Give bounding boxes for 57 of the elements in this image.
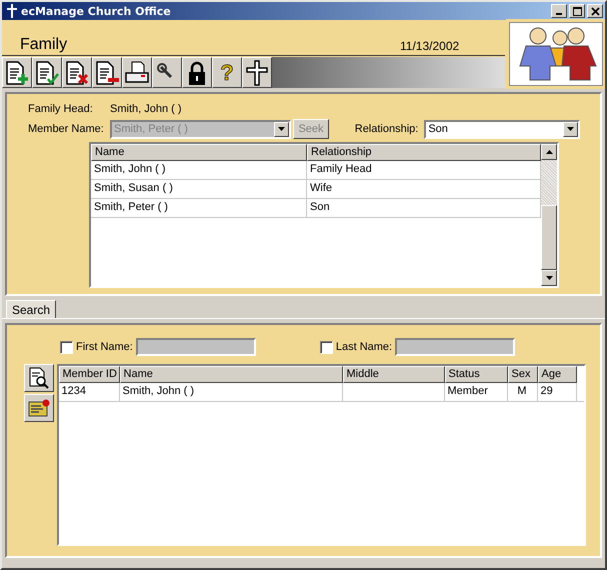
lock-button[interactable] [182,57,212,88]
cross-icon [6,4,18,18]
table-cell: Smith, Peter ( ) [91,199,307,217]
column-header[interactable]: Name [120,366,343,383]
edit-button[interactable] [24,394,54,422]
tools-button[interactable] [152,57,182,88]
print-button[interactable] [122,57,152,88]
document-minus-icon [94,60,120,86]
family-head-label: Family Head: [28,103,94,115]
table-cell: 29 [538,383,577,401]
printer-icon [124,60,150,86]
column-header[interactable]: Status [444,366,508,383]
scroll-up-icon [546,150,552,154]
dropdown-arrow-icon [567,127,574,131]
maximize-icon [572,6,582,16]
maximize-button[interactable] [569,4,585,18]
scroll-bar[interactable] [541,144,557,286]
cross-icon [244,60,270,86]
name-label: First Name: [76,341,133,353]
window-title: ecManage Church Office [21,4,171,18]
table-cell: Member [444,383,508,401]
remove-button[interactable] [92,57,122,88]
scroll-down-icon [546,276,552,280]
column-header[interactable]: Sex [508,366,538,383]
people-logo-icon [509,22,603,86]
document-x-icon [64,60,90,86]
table-cell: Smith, Susan ( ) [91,180,307,198]
column-header[interactable]: Member ID [58,366,120,383]
search-tab[interactable]: Search [6,300,56,318]
column-header[interactable]: Age [538,366,577,383]
column-header[interactable]: Name [91,144,307,161]
column-header[interactable]: Middle [342,366,445,383]
save-button[interactable] [32,57,62,88]
close-icon [590,6,600,16]
minimize-button[interactable] [551,4,567,18]
family-head-value: Smith, John ( ) [110,103,182,115]
add-button[interactable] [2,57,32,88]
dropdown-arrow-icon [278,127,286,131]
document-check-icon [34,60,60,86]
table-cell: Smith, John ( ) [91,161,307,179]
relationship-label: Relationship: [354,123,418,135]
table-cell: Smith, John ( ) [120,383,343,401]
column-header[interactable]: Relationship [307,144,541,161]
close-button[interactable] [587,4,603,18]
name-label: Last Name: [336,341,392,353]
cross-button[interactable] [242,57,272,88]
document-plus-icon [4,60,30,86]
date-text: 11/13/2002 [400,39,460,55]
page-title: Family [20,36,68,55]
relationship-dropdown[interactable]: Son [424,120,580,138]
find-button[interactable] [24,364,54,392]
table-cell: M [508,383,538,401]
member-name-label: Member Name: [28,123,105,135]
list-edit-icon [28,399,50,417]
document-search-icon [28,367,50,389]
table-cell: 1234 [58,383,120,401]
delete-button[interactable] [62,57,92,88]
